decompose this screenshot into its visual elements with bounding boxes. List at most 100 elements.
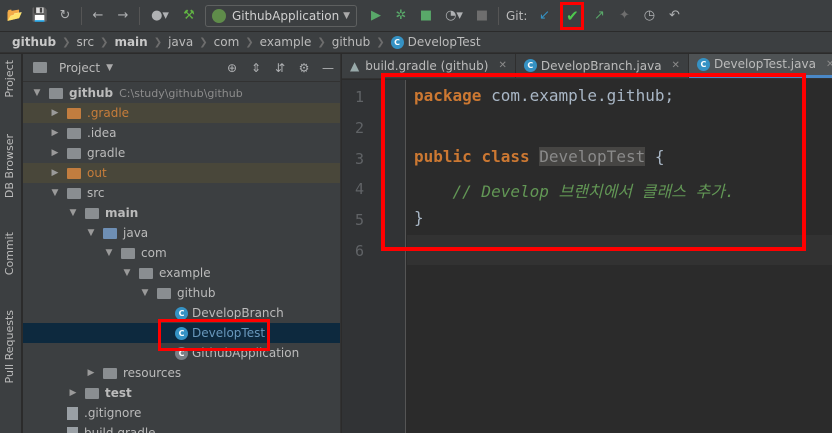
chevron-down-icon[interactable]: ▼ <box>31 88 43 98</box>
project-panel-tools: ⊕ ⇕ ⇵ ⚙ — <box>220 61 340 75</box>
tree-item[interactable]: ▼ github C:\study\github\github <box>23 83 340 103</box>
chevron-down-icon[interactable]: ▼ <box>106 63 113 73</box>
chevron-right-icon[interactable]: ▶ <box>85 368 97 378</box>
chevron-right-icon[interactable]: ▶ <box>49 108 61 118</box>
user-icon[interactable]: ●▾ <box>147 7 173 25</box>
chevron-down-icon[interactable]: ▼ <box>139 288 151 298</box>
tab-db-browser[interactable]: DB Browser <box>3 134 16 198</box>
breadcrumb-item[interactable]: src <box>77 35 95 49</box>
tree-item-label: out <box>87 166 107 180</box>
more-run-icon[interactable]: ◔▾ <box>442 7 466 25</box>
tab-label: DevelopTest.java <box>713 57 816 71</box>
breadcrumb-item[interactable]: com <box>214 35 240 49</box>
tree-item[interactable]: ▼ example <box>23 263 340 283</box>
tree-item[interactable]: ▶ resources <box>23 363 340 383</box>
tree-item[interactable]: ▼ main <box>23 203 340 223</box>
chevron-right-icon: ❯ <box>245 36 254 48</box>
tree-item[interactable]: ▶ .gradle <box>23 103 340 123</box>
tab-develop-test[interactable]: C DevelopTest.java ✕ <box>688 54 832 78</box>
tree-item[interactable]: ▼ java <box>23 223 340 243</box>
tree-item[interactable]: build.gradle <box>23 423 340 433</box>
toolbar-divider <box>81 6 82 25</box>
hide-icon[interactable]: — <box>316 61 340 75</box>
tree-item-label: example <box>159 266 211 280</box>
tree-item[interactable]: ▼ com <box>23 243 340 263</box>
run-icon[interactable]: ▶ <box>367 7 385 25</box>
tree-item[interactable]: ▶ .idea <box>23 123 340 143</box>
code-text: { <box>645 147 665 166</box>
chevron-down-icon[interactable]: ▼ <box>67 208 79 218</box>
collapse-all-icon[interactable]: ⇵ <box>268 61 292 75</box>
git-push-icon[interactable]: ↗ <box>590 7 608 25</box>
build-hammer-icon[interactable]: ⚒ <box>180 7 198 25</box>
close-icon[interactable]: ✕ <box>672 60 680 71</box>
chevron-down-icon[interactable]: ▼ <box>85 228 97 238</box>
chevron-down-icon[interactable]: ▼ <box>121 268 133 278</box>
breadcrumb-item[interactable]: main <box>114 35 147 49</box>
keyword: public <box>414 147 472 166</box>
rollback-icon[interactable]: ↶ <box>665 7 683 25</box>
tree-item[interactable]: ▶ test <box>23 383 340 403</box>
code-text: com.example.github; <box>481 86 675 105</box>
tree-item[interactable]: ▶ gradle <box>23 143 340 163</box>
breadcrumb-item[interactable]: DevelopTest <box>408 35 481 49</box>
expand-all-icon[interactable]: ⇕ <box>244 61 268 75</box>
open-folder-icon[interactable]: 📂 <box>6 7 24 25</box>
tab-develop-branch[interactable]: C DevelopBranch.java ✕ <box>516 54 689 78</box>
sync-icon[interactable]: ↻ <box>56 7 74 25</box>
close-icon[interactable]: ✕ <box>826 59 832 70</box>
locate-icon[interactable]: ⊕ <box>220 61 244 75</box>
save-icon[interactable]: 💾 <box>31 7 49 25</box>
code-area[interactable]: package com.example.github; public class… <box>414 80 832 433</box>
project-panel-title[interactable]: Project <box>59 61 100 75</box>
close-icon[interactable]: ✕ <box>498 60 506 71</box>
chevron-down-icon[interactable]: ▼ <box>49 188 61 198</box>
tree-item[interactable]: C DevelopBranch <box>23 303 340 323</box>
chevron-right-icon[interactable]: ▶ <box>67 388 79 398</box>
tab-commit[interactable]: Commit <box>3 232 16 275</box>
chevron-right-icon: ❯ <box>62 36 71 48</box>
code-line: package com.example.github; <box>414 86 674 105</box>
code-editor: ▲ build.gradle (github) ✕ C DevelopBranc… <box>342 54 832 433</box>
breadcrumb-item[interactable]: example <box>260 35 312 49</box>
tree-item[interactable]: ▼ github <box>23 283 340 303</box>
tab-project[interactable]: Project <box>3 60 16 98</box>
breadcrumb-item[interactable]: java <box>168 35 193 49</box>
java-class-icon: C <box>175 326 188 340</box>
chevron-right-icon[interactable]: ▶ <box>49 148 61 158</box>
chevron-right-icon[interactable]: ▶ <box>49 168 61 178</box>
git-commit-check-icon[interactable]: ✔ <box>560 1 585 30</box>
java-class-icon: C <box>390 35 404 49</box>
tab-build-gradle[interactable]: ▲ build.gradle (github) ✕ <box>342 54 516 78</box>
git-update-icon[interactable]: ↙ <box>535 7 553 25</box>
breadcrumb-item[interactable]: github <box>12 35 56 49</box>
tree-item[interactable]: ▼ src <box>23 183 340 203</box>
toolbar-divider <box>139 6 140 25</box>
tab-pull-requests[interactable]: Pull Requests <box>3 310 16 383</box>
project-folder-icon <box>33 62 47 73</box>
project-panel-header: Project ▼ ⊕ ⇕ ⇵ ⚙ — <box>23 54 340 82</box>
run-configuration-label: GithubApplication <box>232 8 340 23</box>
history-icon[interactable]: ◷ <box>640 7 658 25</box>
gear-icon[interactable]: ⚙ <box>292 61 316 75</box>
debug-icon[interactable]: ✲ <box>392 7 410 25</box>
run-configuration-dropdown[interactable]: GithubApplication ▼ <box>205 4 357 27</box>
forward-icon[interactable]: → <box>114 7 132 25</box>
folder-icon <box>85 207 99 219</box>
back-icon[interactable]: ← <box>89 7 107 25</box>
tree-item[interactable]: C DevelopTest <box>23 323 340 343</box>
project-tree: ▼ github C:\study\github\github ▶ .gradle ▶ .i… <box>23 82 340 433</box>
file-icon <box>67 406 78 420</box>
tree-item[interactable]: .gitignore <box>23 403 340 423</box>
chevron-down-icon[interactable]: ▼ <box>103 248 115 258</box>
line-number: 1 <box>354 88 364 106</box>
toolbar-divider <box>498 6 499 25</box>
tree-item[interactable]: ▶ out <box>23 163 340 183</box>
chevron-right-icon[interactable]: ▶ <box>49 128 61 138</box>
git-merge-icon[interactable]: ✦ <box>615 7 633 25</box>
folder-icon <box>103 367 117 379</box>
breadcrumb-item[interactable]: github <box>332 35 370 49</box>
tree-item[interactable]: C GithubApplication <box>23 343 340 363</box>
coverage-icon[interactable]: ■ <box>417 7 435 25</box>
stop-icon[interactable]: ■ <box>473 7 491 25</box>
